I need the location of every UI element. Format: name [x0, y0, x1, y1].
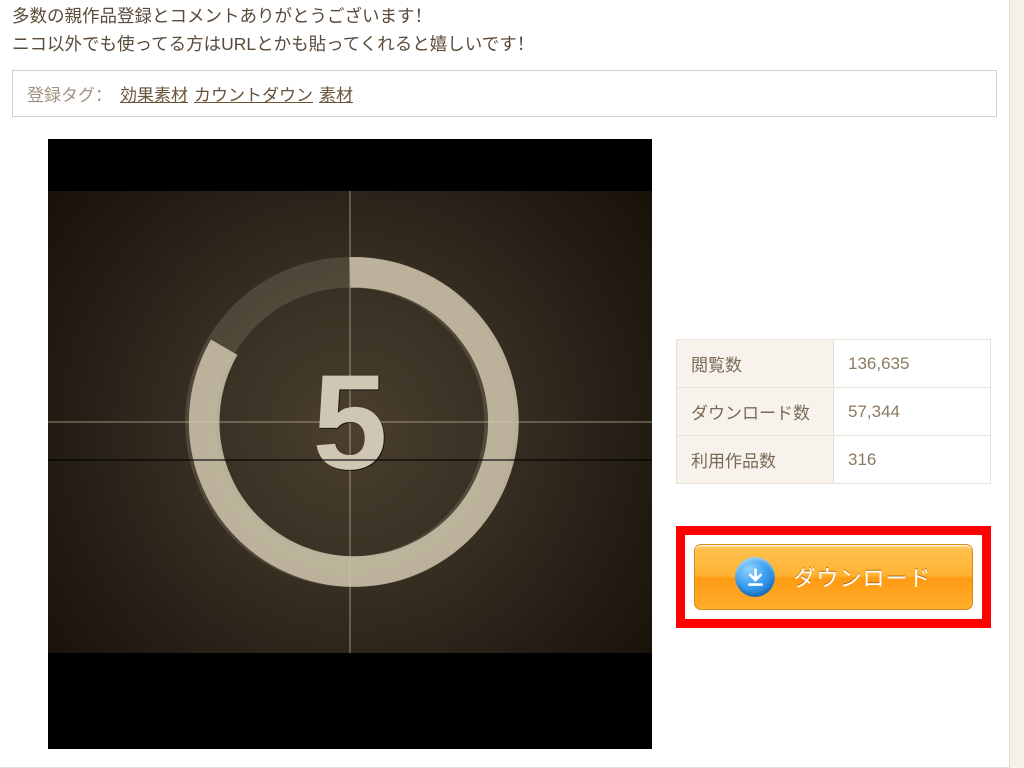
film-scanline: [48, 459, 652, 461]
stat-key: 利用作品数: [677, 436, 834, 484]
table-row: ダウンロード数 57,344: [677, 388, 991, 436]
stat-key: 閲覧数: [677, 340, 834, 388]
download-label: ダウンロード: [793, 561, 931, 593]
countdown-frame: 5: [48, 191, 652, 653]
stat-value: 57,344: [834, 388, 991, 436]
download-highlight-frame: ダウンロード: [676, 526, 991, 628]
description-line-1: 多数の親作品登録とコメントありがとうございます！: [12, 6, 432, 26]
main-row: 5 閲覧数 136,635 ダウンロード数 57,344 利用作品数 316: [12, 139, 997, 749]
stat-value: 316: [834, 436, 991, 484]
description-text: 多数の親作品登録とコメントありがとうございます！ ニコ以外でも使ってる方はURL…: [12, 2, 997, 58]
tag-link[interactable]: 素材: [319, 81, 353, 106]
download-button[interactable]: ダウンロード: [694, 544, 973, 610]
tags-label: 登録タグ：: [27, 81, 112, 106]
stats-table: 閲覧数 136,635 ダウンロード数 57,344 利用作品数 316: [676, 339, 991, 484]
tag-link[interactable]: 効果素材: [120, 81, 188, 106]
tags-box: 登録タグ： 効果素材 カウントダウン 素材: [12, 70, 997, 117]
stat-value: 136,635: [834, 340, 991, 388]
table-row: 閲覧数 136,635: [677, 340, 991, 388]
countdown-digit: 5: [312, 345, 387, 500]
side-column: 閲覧数 136,635 ダウンロード数 57,344 利用作品数 316: [676, 139, 997, 628]
table-row: 利用作品数 316: [677, 436, 991, 484]
stat-key: ダウンロード数: [677, 388, 834, 436]
download-arrow-icon: [735, 557, 775, 597]
description-line-2: ニコ以外でも使ってる方はURLとかも貼ってくれると嬉しいです！: [12, 34, 534, 54]
tag-link[interactable]: カウントダウン: [194, 81, 313, 106]
video-thumbnail[interactable]: 5: [48, 139, 652, 749]
content-card: 多数の親作品登録とコメントありがとうございます！ ニコ以外でも使ってる方はURL…: [0, 0, 1010, 768]
